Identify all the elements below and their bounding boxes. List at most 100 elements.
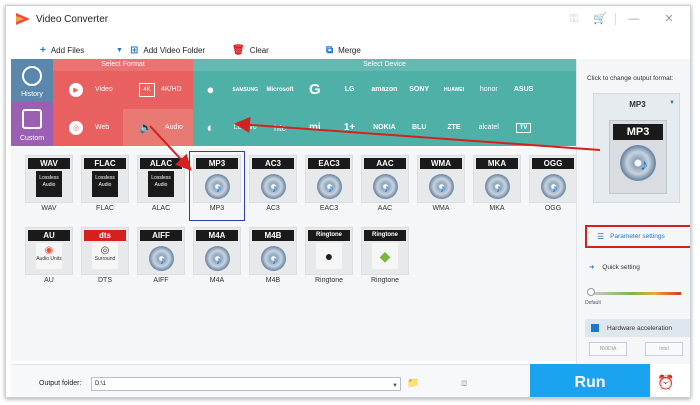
format-header: WMA <box>420 158 462 169</box>
format-category-4khd[interactable]: 4K 4K/HD <box>123 71 193 108</box>
format-card-ringtone-android[interactable]: Ringtone ◆ Ringtone <box>361 227 409 289</box>
checkbox-icon[interactable] <box>591 324 599 332</box>
format-label: WMA <box>432 205 450 212</box>
device-sony[interactable]: SONY <box>402 71 437 108</box>
format-card-mka[interactable]: MKA ♪ MKA <box>473 155 521 217</box>
custom-user-icon <box>22 109 42 129</box>
format-label: EAC3 <box>319 205 339 212</box>
format-category-web[interactable]: ◎ Web <box>53 109 123 146</box>
add-video-folder-label: Add Video Folder <box>143 45 206 55</box>
quick-setting-label: Quick setting <box>602 264 640 271</box>
format-category-video[interactable]: ▶ Video <box>53 71 123 108</box>
music-note-icon: ♪ <box>496 183 502 195</box>
lossless-badge: Lossless Audio <box>92 171 118 197</box>
merge-label: Merge <box>338 45 361 55</box>
format-card-eac3[interactable]: EAC3 ♪ EAC3 <box>305 155 353 217</box>
browse-folder-icon[interactable]: 📁 <box>407 378 419 389</box>
format-card-au[interactable]: AU ◉ Audio Units AU <box>25 227 73 289</box>
device-nokia[interactable]: NOKIA <box>367 109 402 146</box>
cart-icon[interactable]: 🛒 <box>592 12 608 26</box>
app-logo-icon <box>16 13 30 25</box>
clear-label: Clear <box>249 45 269 55</box>
format-card-mp3[interactable]: MP3 ♪ MP3 <box>189 151 245 221</box>
chevron-down-icon[interactable]: ▼ <box>392 380 398 392</box>
device-tv[interactable]: TV <box>506 109 541 146</box>
device-oneplus[interactable]: 1+ <box>332 109 367 146</box>
add-files-dropdown[interactable]: ▼ <box>116 43 128 57</box>
format-label: AC3 <box>266 205 280 212</box>
device-asus[interactable]: ASUS <box>506 71 541 108</box>
device-lenovo[interactable]: Lenovo <box>228 109 263 146</box>
format-card-ogg[interactable]: OGG ♪ OGG <box>529 155 577 217</box>
format-card-m4a[interactable]: M4A ♪ M4A <box>193 227 241 289</box>
device-zte[interactable]: ZTE <box>437 109 472 146</box>
hardware-acceleration-toggle[interactable]: Hardware acceleration <box>585 319 690 337</box>
intel-badge: Intel <box>645 342 683 356</box>
app-window: Video Converter ⚿ 🛒 — ✕ + Add Files ▼ ⊞ … <box>5 5 691 398</box>
folder-plus-icon: ⊞ <box>130 44 139 56</box>
format-card-wav[interactable]: WAV Lossless Audio WAV <box>25 155 73 217</box>
output-format-thumb: MP3 ♪ <box>609 120 667 194</box>
select-device-header: Select Device <box>193 59 576 71</box>
custom-tab[interactable]: Custom <box>11 102 53 146</box>
format-card-ringtone-iphone[interactable]: Ringtone ● Ringtone <box>305 227 353 289</box>
run-button[interactable]: Run <box>530 364 650 397</box>
output-folder-input[interactable]: D:\1 ▼ <box>91 377 401 391</box>
music-note-icon: ♪ <box>640 157 648 174</box>
merge-button[interactable]: ⧉ Merge <box>326 43 361 57</box>
format-header: EAC3 <box>308 158 350 169</box>
trash-icon: 🗑 <box>232 44 245 56</box>
device-apple[interactable]: ● <box>193 71 228 108</box>
add-files-button[interactable]: + Add Files <box>40 43 84 57</box>
device-alcatel[interactable]: alcatel <box>471 109 506 146</box>
device-honor[interactable]: honor <box>471 71 506 108</box>
format-card-dts[interactable]: dts ◎ Surround DTS <box>81 227 129 289</box>
format-card-flac[interactable]: FLAC Lossless Audio FLAC <box>81 155 129 217</box>
format-label: AAC <box>377 205 393 212</box>
device-google[interactable]: G <box>297 71 332 108</box>
apple-icon: ● <box>316 243 342 269</box>
format-card-ac3[interactable]: AC3 ♪ AC3 <box>249 155 297 217</box>
open-folder-icon[interactable]: ⧈ <box>461 378 467 389</box>
parameter-settings-button[interactable]: ☰ Parameter settings <box>585 225 690 248</box>
format-header: WAV <box>28 158 70 169</box>
music-note-icon: ♪ <box>440 183 446 195</box>
device-huawei[interactable]: HUAWEI <box>437 71 472 108</box>
format-card-m4b[interactable]: M4B ♪ M4B <box>249 227 297 289</box>
history-tab[interactable]: History <box>11 59 53 102</box>
format-card-aac[interactable]: AAC ♪ AAC <box>361 155 409 217</box>
quality-slider-handle[interactable] <box>587 288 595 296</box>
clear-button[interactable]: 🗑 Clear <box>232 43 269 57</box>
add-video-folder-button[interactable]: ⊞ Add Video Folder <box>130 43 205 57</box>
format-card-alac[interactable]: ALAC Lossless Audio ALAC <box>137 155 185 217</box>
device-samsung[interactable]: SAMSUNG <box>228 71 263 108</box>
key-icon[interactable]: ⚿ <box>566 12 582 26</box>
device-amazon[interactable]: amazon <box>367 71 402 108</box>
device-xiaomi[interactable]: mi <box>297 109 332 146</box>
minimize-icon[interactable]: — <box>626 12 642 26</box>
device-blu[interactable]: BLU <box>402 109 437 146</box>
output-format-selector[interactable]: MP3 ▼ MP3 ♪ <box>593 93 680 203</box>
quality-slider-track[interactable] <box>591 292 681 295</box>
music-note-icon: ♪ <box>160 255 166 267</box>
format-category-audio[interactable]: 🔈 Audio <box>123 109 193 146</box>
close-icon[interactable]: ✕ <box>661 12 677 26</box>
output-format-panel: Click to change output format: MP3 ▼ MP3… <box>576 59 690 364</box>
output-format-header: MP3 <box>613 124 663 140</box>
select-format-panel: Select Format ▶ Video 4K 4K/HD ◎ Web 🔈 A… <box>53 59 193 146</box>
select-format-header: Select Format <box>53 59 193 71</box>
format-card-aiff[interactable]: AIFF ♪ AIFF <box>137 227 185 289</box>
format-card-wma[interactable]: WMA ♪ WMA <box>417 155 465 217</box>
device-lg[interactable]: LG <box>332 71 367 108</box>
format-header: dts <box>84 230 126 241</box>
device-htc[interactable]: htc <box>263 109 298 146</box>
blackberry-icon: ◐ <box>206 120 215 135</box>
music-note-icon: ♪ <box>552 183 558 195</box>
android-icon: ◆ <box>372 243 398 269</box>
output-folder-label: Output folder: <box>39 380 82 387</box>
device-blackberry[interactable]: ◐ <box>193 109 228 146</box>
apple-icon: ● <box>206 82 215 97</box>
format-label: WAV <box>41 205 57 212</box>
device-microsoft[interactable]: Microsoft <box>263 71 298 108</box>
alarm-clock-icon[interactable]: ⏰ <box>657 374 674 391</box>
